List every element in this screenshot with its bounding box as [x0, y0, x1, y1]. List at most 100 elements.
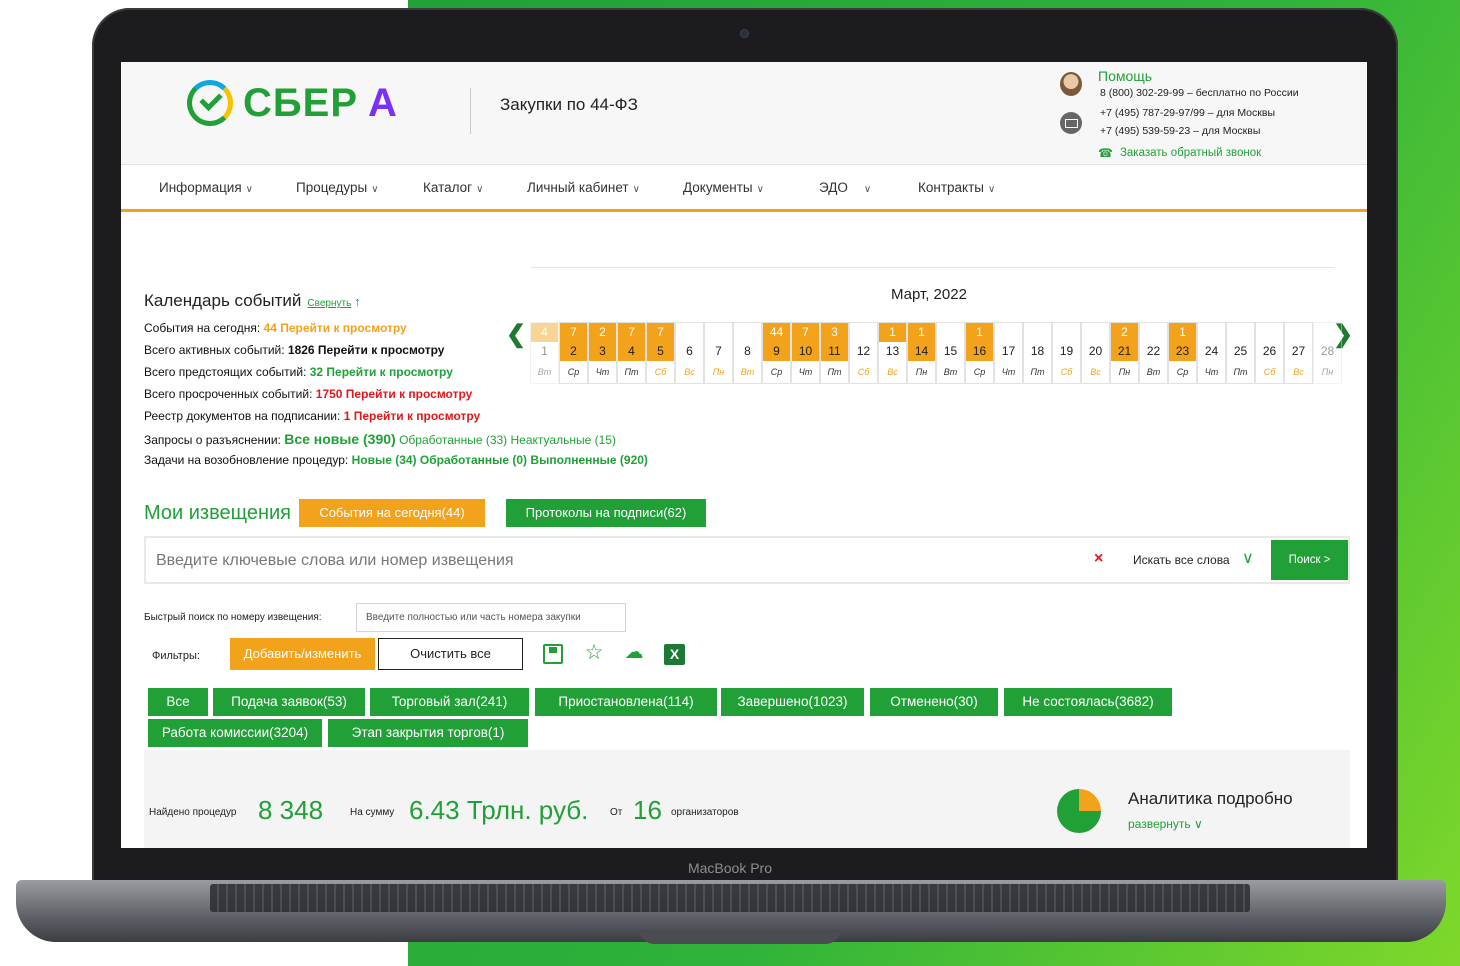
status-chip-trading[interactable]: Торговый зал(241) — [370, 688, 529, 716]
resume-processed-link[interactable]: Обработанные (0) — [420, 453, 527, 467]
stage: MacBook Pro СБЕР А Закупки по 44-ФЗ Помо… — [0, 0, 1460, 966]
star-icon[interactable]: ☆ — [583, 642, 605, 664]
info-label: Всего просроченных событий: — [144, 387, 313, 401]
info-label: Запросы о разъяснении: — [144, 433, 281, 447]
calendar-weekday: Чт — [595, 367, 610, 377]
events-upcoming-link[interactable]: 32 Перейти к просмотру — [310, 365, 453, 379]
calendar-day[interactable]: 28 Пн — [1313, 322, 1342, 384]
search-button[interactable]: Поиск > — [1271, 540, 1348, 580]
resume-done-link[interactable]: Выполненные (920) — [530, 453, 648, 467]
calendar-day[interactable]: 24 Чт — [1197, 322, 1226, 384]
clarify-new-link[interactable]: Все новые (390) — [284, 431, 396, 447]
calendar-day[interactable]: 6 Вс — [675, 322, 704, 384]
chevron-down-icon[interactable]: ∨ — [1242, 548, 1254, 568]
calendar-day[interactable]: 18 Пт — [1023, 322, 1052, 384]
search-input[interactable]: Введите ключевые слова или номер извещен… — [156, 552, 514, 570]
clear-filters-button[interactable]: Очистить все — [378, 638, 523, 670]
calendar-day[interactable]: 22 Вт — [1139, 322, 1168, 384]
calendar-day[interactable]: 1 16 Ср — [965, 322, 994, 384]
calendar-day[interactable]: 1 13 Вс — [878, 322, 907, 384]
calendar-day[interactable]: 27 Вс — [1284, 322, 1313, 384]
clarify-processed-link[interactable]: Обработанные (33) — [399, 433, 507, 447]
calendar-day[interactable]: 7 2 Ср — [559, 322, 588, 384]
nav-item-catalog[interactable]: Каталог ∨ — [423, 180, 483, 195]
search-bar: Введите ключевые слова или номер извещен… — [144, 536, 1350, 584]
calendar-weekday: Пт — [1233, 367, 1248, 377]
status-chip-cancelled[interactable]: Отменено(30) — [870, 688, 998, 716]
registry-link[interactable]: 1 Перейти к просмотру — [344, 409, 481, 423]
calendar-prev-icon[interactable]: ❮ — [506, 320, 526, 349]
calendar-day[interactable]: 12 Сб — [849, 322, 878, 384]
calendar-weekday: Пн — [1118, 367, 1131, 377]
calendar-day[interactable]: 2 3 Чт — [588, 322, 617, 384]
support-avatar-icon — [1060, 72, 1082, 96]
calendar-day[interactable]: 7 Пн — [704, 322, 733, 384]
calendar-day-number: 24 — [1204, 344, 1219, 358]
mail-icon[interactable] — [1060, 112, 1082, 134]
nav-item-account[interactable]: Личный кабинет ∨ — [527, 180, 640, 195]
cloud-download-icon[interactable]: ☁ — [623, 642, 645, 664]
excel-icon[interactable] — [664, 644, 685, 665]
analytics-expand-link[interactable]: развернуть ∨ — [1128, 817, 1203, 831]
calendar-day[interactable]: 20 Вс — [1081, 322, 1110, 384]
calendar-day[interactable]: 26 Сб — [1255, 322, 1284, 384]
nav-item-procedures[interactable]: Процедуры ∨ — [296, 180, 379, 195]
status-chip-commission[interactable]: Работа комиссии(3204) — [148, 719, 322, 747]
calendar-day-number: 20 — [1088, 344, 1103, 358]
calendar-weekday: Сб — [654, 367, 667, 377]
add-filter-button[interactable]: Добавить/изменить — [230, 638, 375, 670]
calendar-day[interactable]: 1 14 Пн — [907, 322, 936, 384]
calendar-day[interactable]: 3 11 Пт — [820, 322, 849, 384]
status-chip-submission[interactable]: Подача заявок(53) — [213, 688, 365, 716]
calendar-day-events — [1227, 323, 1254, 342]
calendar-day[interactable]: 7 4 Пт — [617, 322, 646, 384]
calendar-weekday: Вт — [537, 367, 552, 377]
save-icon[interactable] — [543, 644, 563, 664]
calendar-day-number: 18 — [1030, 344, 1045, 358]
calendar-day-events — [1285, 323, 1312, 342]
events-active-link[interactable]: 1826 Перейти к просмотру — [288, 343, 445, 357]
events-overdue-link[interactable]: 1750 Перейти к просмотру — [316, 387, 473, 401]
calendar-day[interactable]: 19 Сб — [1052, 322, 1081, 384]
help-link[interactable]: Помощь — [1098, 68, 1152, 84]
logo[interactable]: СБЕР А — [187, 80, 398, 126]
nav-item-contracts[interactable]: Контракты ∨ — [918, 180, 995, 195]
callback-link[interactable]: ☎ Заказать обратный звонок — [1098, 146, 1261, 160]
calendar-day[interactable]: 25 Пт — [1226, 322, 1255, 384]
clarify-irrelevant-link[interactable]: Неактуальные (15) — [511, 433, 616, 447]
calendar-day-events — [1082, 323, 1109, 342]
calendar-day-number: 28 — [1320, 344, 1335, 358]
analytics-pie-icon[interactable] — [1057, 789, 1101, 833]
collapse-link[interactable]: Свернуть — [307, 298, 351, 309]
status-chip-completed[interactable]: Завершено(1023) — [721, 688, 864, 716]
phone-icon: ☎ — [1098, 146, 1113, 160]
calendar-weekday: Пн — [915, 367, 928, 377]
status-chip-suspended[interactable]: Приостановлена(114) — [535, 688, 717, 716]
calendar-day[interactable]: 17 Чт — [994, 322, 1023, 384]
search-mode-select[interactable]: Искать все слова — [1133, 553, 1230, 567]
status-chip-closing[interactable]: Этап закрытия торгов(1) — [328, 719, 528, 747]
events-today-link[interactable]: 44 Перейти к просмотру — [264, 321, 407, 335]
clear-search-icon[interactable]: × — [1094, 550, 1103, 568]
nav-item-documents[interactable]: Документы ∨ — [683, 180, 764, 195]
calendar-day[interactable]: 2 21 Пн — [1110, 322, 1139, 384]
calendar-day[interactable]: 7 10 Чт — [791, 322, 820, 384]
calendar-day[interactable]: 44 9 Ср — [762, 322, 791, 384]
resume-new-link[interactable]: Новые (34) — [352, 453, 417, 467]
calendar-day[interactable]: 4 1 Вт — [530, 322, 559, 384]
events-upcoming-line: Всего предстоящих событий: 32 Перейти к … — [144, 365, 453, 379]
calendar-day[interactable]: 15 Вт — [936, 322, 965, 384]
protocols-button[interactable]: Протоколы на подписи(62) — [506, 499, 706, 527]
status-chip-all[interactable]: Все — [148, 688, 208, 716]
calendar-day[interactable]: 1 23 Ср — [1168, 322, 1197, 384]
nav-item-info[interactable]: Информация ∨ — [159, 180, 253, 195]
nav-item-edo[interactable]: ЭДО ∨ — [819, 180, 871, 195]
quick-search-input[interactable]: Введите полностью или часть номера закуп… — [356, 603, 626, 632]
calendar-day[interactable]: 8 Вт — [733, 322, 762, 384]
status-chip-failed[interactable]: Не состоялась(3682) — [1004, 688, 1172, 716]
calendar-day-number: 6 — [686, 344, 693, 358]
events-today-button[interactable]: События на сегодня(44) — [299, 499, 485, 527]
orgs-label: организаторов — [671, 807, 739, 818]
calendar-day[interactable]: 7 5 Сб — [646, 322, 675, 384]
calendar-day-number: 2 — [560, 342, 587, 361]
